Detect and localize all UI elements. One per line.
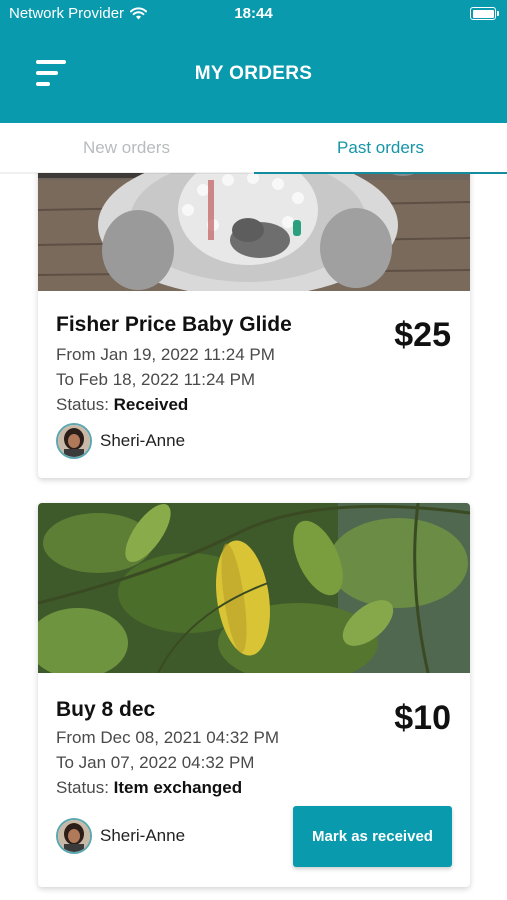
tab-new-orders[interactable]: New orders bbox=[0, 123, 253, 173]
order-status: Status: Item exchanged bbox=[56, 778, 242, 798]
status-value: Item exchanged bbox=[113, 778, 243, 797]
seller-info[interactable]: Sheri-Anne bbox=[56, 423, 185, 459]
app-header: Network Provider 18:44 MY ORDERS bbox=[0, 0, 507, 123]
avatar bbox=[56, 818, 92, 854]
order-from-date: From Jan 19, 2022 11:24 PM bbox=[56, 345, 275, 364]
tabs-divider bbox=[0, 172, 507, 174]
mark-as-received-button[interactable]: Mark as received bbox=[293, 806, 452, 867]
status-time: 18:44 bbox=[234, 5, 273, 22]
order-price: $10 bbox=[394, 699, 451, 737]
battery-icon bbox=[470, 7, 499, 20]
order-price: $25 bbox=[394, 316, 451, 354]
order-from-date: From Dec 08, 2021 04:32 PM bbox=[56, 728, 280, 747]
tab-past-orders[interactable]: Past orders bbox=[254, 123, 507, 173]
seller-name: Sheri-Anne bbox=[100, 431, 186, 450]
order-card[interactable]: Buy 8 dec $10 From Dec 08, 2021 04:32 PM… bbox=[38, 503, 470, 887]
screen: Network Provider 18:44 MY ORDERS Fisher … bbox=[0, 0, 507, 900]
order-card[interactable]: Fisher Price Baby Glide $25 From Jan 19,… bbox=[38, 150, 470, 478]
page-title: MY ORDERS bbox=[194, 63, 313, 84]
status-label: Status: bbox=[56, 395, 109, 414]
status-bar: Network Provider 18:44 bbox=[0, 0, 507, 28]
seller-info[interactable]: Sheri-Anne bbox=[56, 818, 185, 854]
order-status: Status: Received bbox=[56, 395, 188, 415]
order-photo bbox=[38, 503, 470, 673]
status-label: Status: bbox=[56, 778, 109, 797]
order-to-date: To Feb 18, 2022 11:24 PM bbox=[56, 370, 256, 389]
order-tabs: New orders Past orders bbox=[0, 123, 507, 174]
status-value: Received bbox=[113, 395, 189, 414]
seller-name: Sheri-Anne bbox=[100, 826, 186, 845]
order-title: Buy 8 dec bbox=[56, 698, 156, 721]
order-title: Fisher Price Baby Glide bbox=[56, 313, 292, 336]
avatar bbox=[56, 423, 92, 459]
order-to-date: To Jan 07, 2022 04:32 PM bbox=[56, 753, 255, 772]
